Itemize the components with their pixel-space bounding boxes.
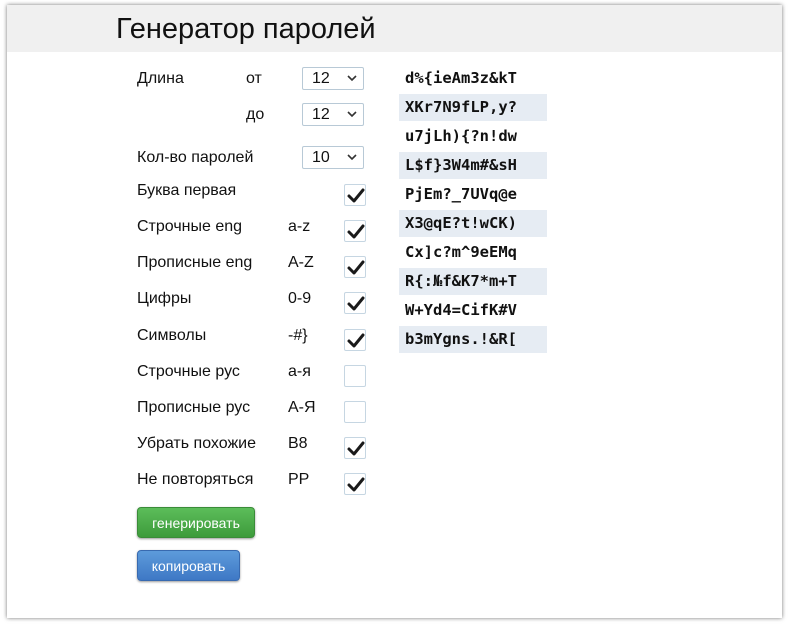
option-hint: a-z	[288, 218, 311, 235]
option-label: Строчные eng	[137, 218, 243, 235]
password-item[interactable]: u7jLh){?n!dw	[399, 123, 547, 150]
option-checkbox[interactable]	[344, 329, 366, 351]
generate-button[interactable]: генерировать	[137, 507, 255, 538]
count-select[interactable]: 10	[302, 146, 364, 169]
password-item[interactable]: W+Yd4=CifK#V	[399, 297, 547, 324]
option-hint: 0-9	[288, 290, 312, 307]
password-item[interactable]: X3@qE?t!wCK)	[399, 210, 547, 237]
option-label: Символы	[137, 327, 207, 344]
option-checkbox[interactable]	[344, 292, 366, 314]
length-to-select[interactable]: 12	[302, 103, 364, 126]
option-label: Прописные eng	[137, 254, 253, 271]
length-label: Длина	[137, 70, 184, 87]
option-checkbox[interactable]	[344, 437, 366, 459]
option-hint: B8	[288, 435, 308, 452]
chevron-down-icon	[347, 75, 357, 82]
password-item[interactable]: L$f}3W4m#&sH	[399, 152, 547, 179]
checkmark-icon	[347, 260, 365, 275]
password-item[interactable]: XKr7N9fLP,y?	[399, 94, 547, 121]
option-hint: -#}	[288, 327, 308, 344]
checkmark-icon	[347, 333, 365, 348]
option-hint: А-Я	[288, 399, 316, 416]
length-from-value: 12	[312, 70, 330, 87]
page-title: Генератор паролей	[116, 13, 376, 45]
password-item[interactable]: Cx]c?m^9eEMq	[399, 239, 547, 266]
copy-button[interactable]: копировать	[137, 550, 240, 581]
option-checkbox[interactable]	[344, 365, 366, 387]
checkmark-icon	[347, 477, 365, 492]
checkmark-icon	[347, 296, 365, 311]
count-label: Кол-во паролей	[137, 149, 254, 166]
option-label: Буква первая	[137, 182, 237, 199]
chevron-down-icon	[347, 111, 357, 118]
checkmark-icon	[347, 441, 365, 456]
option-label: Не повторяться	[137, 471, 254, 488]
checkmark-icon	[347, 188, 365, 203]
header-bar: Генератор паролей	[7, 5, 782, 52]
option-checkbox[interactable]	[344, 220, 366, 242]
option-label: Цифры	[137, 290, 192, 307]
option-hint: PP	[288, 471, 310, 488]
length-from-label: от	[246, 70, 262, 87]
length-to-value: 12	[312, 106, 330, 123]
chevron-down-icon	[347, 154, 357, 161]
option-hint: а-я	[288, 363, 311, 380]
option-label: Прописные рус	[137, 399, 251, 416]
length-to-label: до	[246, 106, 265, 123]
password-item[interactable]: b3mYgns.!&R[	[399, 326, 547, 353]
option-checkbox[interactable]	[344, 401, 366, 423]
password-item[interactable]: PjEm?_7UVq@e	[399, 181, 547, 208]
option-checkbox[interactable]	[344, 473, 366, 495]
count-value: 10	[312, 149, 330, 166]
generator-window: Генератор паролей Длина от 12 до 12 Кол-…	[7, 5, 782, 618]
option-checkbox[interactable]	[344, 184, 366, 206]
password-item[interactable]: d%{ieAm3z&kT	[399, 65, 547, 92]
password-item[interactable]: R{:№f&K7*m+T	[399, 268, 547, 295]
length-from-select[interactable]: 12	[302, 67, 364, 90]
option-checkbox[interactable]	[344, 256, 366, 278]
option-label: Убрать похожие	[137, 435, 256, 452]
option-label: Строчные рус	[137, 363, 240, 380]
checkmark-icon	[347, 224, 365, 239]
option-hint: A-Z	[288, 254, 314, 271]
